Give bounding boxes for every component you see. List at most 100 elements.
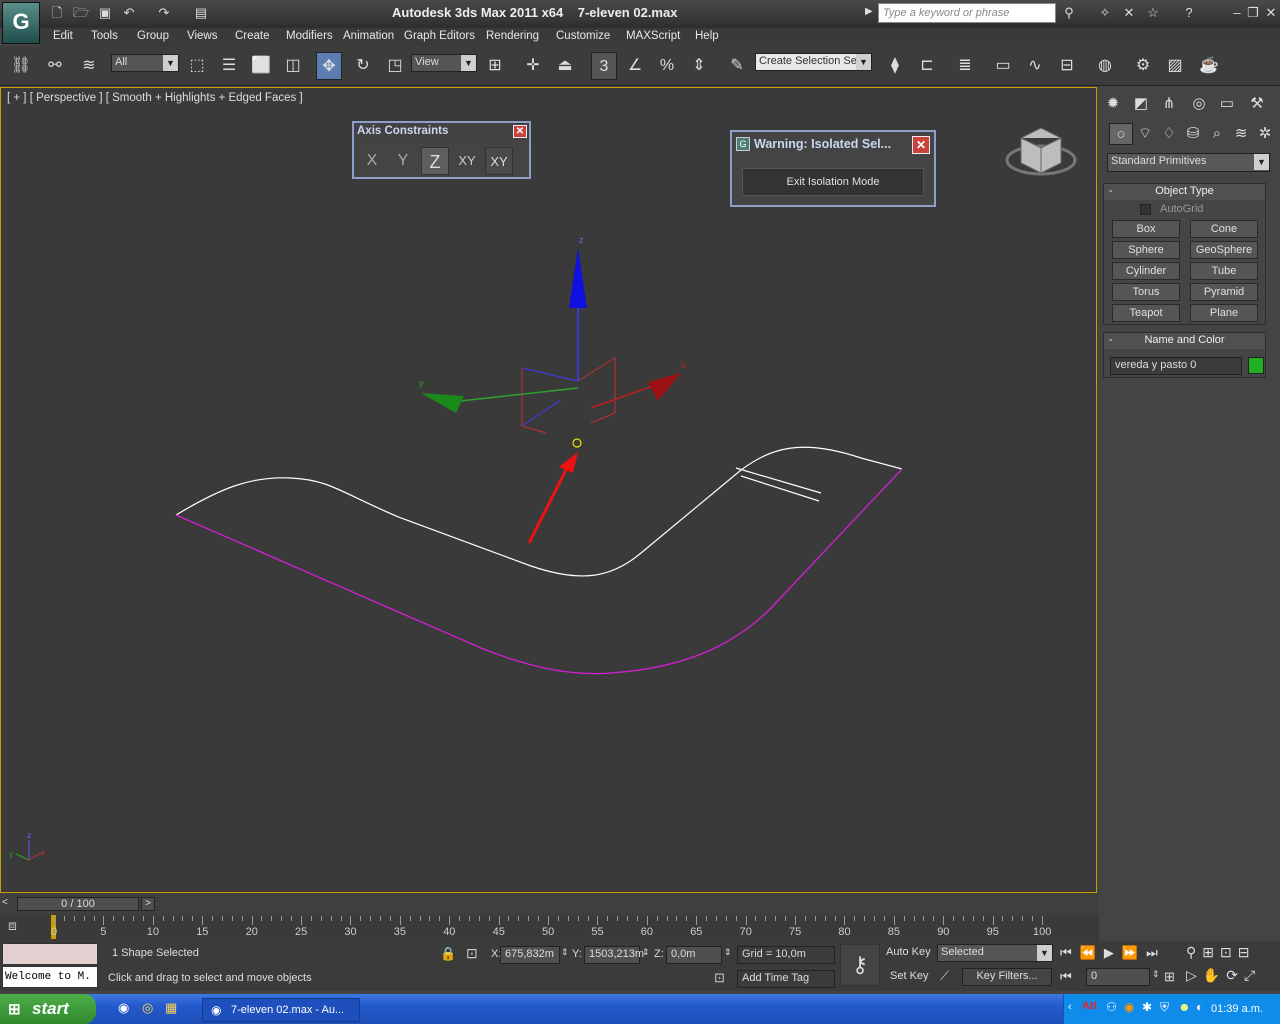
named-selection-set-dropdown[interactable]: Create Selection Se ▼: [755, 53, 872, 71]
chevron-right-icon[interactable]: ▶: [865, 6, 873, 17]
quick-launch-folder-icon[interactable]: ▦: [165, 1000, 177, 1016]
axis-constraints-title[interactable]: Axis Constraints: [354, 123, 529, 141]
add-time-tag[interactable]: Add Time Tag: [737, 970, 835, 988]
sphere-button[interactable]: Sphere: [1112, 241, 1180, 259]
time-tag-icon[interactable]: ⊡: [714, 970, 732, 988]
graphite-ribbon-icon[interactable]: ▭: [990, 52, 1016, 80]
link-icon[interactable]: ⛓: [8, 52, 34, 80]
default-tangent-icon[interactable]: ⟋: [940, 968, 949, 984]
select-object-icon[interactable]: ⬚: [184, 52, 210, 80]
rectangular-selection-icon[interactable]: ⬜: [248, 52, 274, 80]
cone-button[interactable]: Cone: [1190, 220, 1258, 238]
menu-edit[interactable]: Edit: [53, 30, 73, 42]
field-of-view-icon[interactable]: ▷: [1186, 967, 1203, 983]
zoom-extents-all-icon[interactable]: ⊟: [1238, 944, 1256, 960]
application-menu-button[interactable]: G: [2, 2, 40, 44]
tube-button[interactable]: Tube: [1190, 262, 1258, 280]
curve-editor-icon[interactable]: ∿: [1022, 52, 1048, 80]
bind-space-warp-icon[interactable]: ≋: [76, 52, 102, 80]
orbit-icon[interactable]: ⟳: [1226, 967, 1244, 983]
motion-tab-icon[interactable]: ◎: [1187, 93, 1211, 115]
edit-named-selection-icon[interactable]: ✎: [724, 52, 750, 80]
current-frame-field[interactable]: 0: [1086, 968, 1150, 986]
menu-customize[interactable]: Customize: [556, 30, 610, 42]
constrain-x-button[interactable]: X: [358, 147, 386, 175]
keyboard-shortcut-override-icon[interactable]: ⏏: [552, 52, 578, 80]
menu-maxscript[interactable]: MAXScript: [626, 30, 680, 42]
display-tab-icon[interactable]: ▭: [1215, 93, 1239, 115]
undo-icon[interactable]: ↶: [120, 5, 138, 21]
communication-icon[interactable]: ✕: [1120, 5, 1138, 21]
quick-launch-chrome-icon[interactable]: ◎: [142, 1000, 153, 1016]
pivot-center-icon[interactable]: ⊞: [482, 52, 508, 80]
object-name-field[interactable]: vereda y pasto 0: [1110, 357, 1242, 375]
set-key-button[interactable]: Set Key: [890, 970, 929, 982]
layer-manager-icon[interactable]: ≣: [952, 52, 978, 80]
pyramid-button[interactable]: Pyramid: [1190, 283, 1258, 301]
snaps-toggle-icon[interactable]: 3: [591, 52, 617, 80]
geosphere-button[interactable]: GeoSphere: [1190, 241, 1258, 259]
cylinder-button[interactable]: Cylinder: [1112, 262, 1180, 280]
shapes-icon[interactable]: ⌔: [1133, 123, 1157, 145]
reference-coordinate-dropdown[interactable]: View ▼: [411, 54, 477, 72]
axis-constraints-close-icon[interactable]: ✕: [513, 125, 527, 138]
selection-lock-icon[interactable]: 🔒: [440, 946, 456, 962]
selection-filter-dropdown[interactable]: All ▼: [111, 54, 179, 72]
security-tray-icon[interactable]: ⛨: [1160, 1000, 1169, 1015]
subscription-icon[interactable]: ✧: [1096, 5, 1114, 21]
y-spinner-icon[interactable]: ⇕: [642, 947, 650, 958]
primitive-category-dropdown[interactable]: Standard Primitives ▼: [1107, 153, 1270, 172]
box-button[interactable]: Box: [1112, 220, 1180, 238]
maxscript-listener-top[interactable]: [2, 943, 98, 965]
menu-help[interactable]: Help: [695, 30, 719, 42]
tray-expand-icon[interactable]: ‹: [1068, 1001, 1072, 1013]
volume-tray-icon[interactable]: ◐: [1196, 1000, 1203, 1014]
unlink-icon[interactable]: ⚯: [42, 52, 68, 80]
go-to-end-icon[interactable]: ⏭: [1146, 945, 1166, 960]
set-key-icon[interactable]: ⚷: [840, 944, 880, 986]
select-and-rotate-icon[interactable]: ↻: [350, 52, 376, 80]
key-mode-toggle-icon[interactable]: ⏮: [1060, 969, 1072, 985]
torus-button[interactable]: Torus: [1112, 283, 1180, 301]
warning-close-icon[interactable]: ✕: [912, 136, 930, 154]
key-filters-button[interactable]: Key Filters...: [962, 968, 1052, 986]
z-coord-field[interactable]: 0,0m: [666, 946, 722, 964]
utilities-tab-icon[interactable]: ⚒: [1245, 93, 1269, 115]
menu-create[interactable]: Create: [235, 30, 270, 42]
schematic-view-icon[interactable]: ⊟: [1054, 52, 1080, 80]
z-spinner-icon[interactable]: ⇕: [724, 947, 732, 958]
lights-icon[interactable]: ♢: [1157, 123, 1181, 145]
material-editor-icon[interactable]: ◍: [1092, 52, 1118, 80]
systems-icon[interactable]: ✲: [1253, 123, 1277, 145]
zoom-extents-icon[interactable]: ⊡: [1220, 944, 1238, 960]
window-crossing-icon[interactable]: ◫: [280, 52, 306, 80]
y-coord-field[interactable]: 1503,213m: [584, 946, 644, 964]
align-icon[interactable]: ⊏: [914, 52, 940, 80]
restore-icon[interactable]: ❐: [1244, 5, 1262, 21]
modify-tab-icon[interactable]: ◩: [1129, 93, 1153, 115]
key-mode-dropdown[interactable]: Selected ▼: [937, 944, 1053, 962]
ati-tray-icon[interactable]: Ati: [1082, 1000, 1097, 1012]
rendered-frame-window-icon[interactable]: ▨: [1162, 52, 1188, 80]
plane-button[interactable]: Plane: [1190, 304, 1258, 322]
constrain-z-button[interactable]: Z: [421, 147, 449, 175]
name-and-color-header[interactable]: - Name and Color: [1104, 333, 1265, 349]
absolute-transform-icon[interactable]: ⊡: [466, 945, 478, 962]
object-color-swatch[interactable]: [1248, 357, 1264, 374]
previous-frame-icon[interactable]: ⏪: [1080, 945, 1104, 960]
menu-group[interactable]: Group: [137, 30, 169, 42]
autogrid-checkbox[interactable]: [1140, 204, 1151, 215]
binoculars-icon[interactable]: ⚲: [1060, 5, 1078, 21]
time-configuration-icon[interactable]: ⊞: [1164, 969, 1175, 985]
auto-key-button[interactable]: Auto Key: [886, 946, 931, 958]
geometry-icon[interactable]: ○: [1109, 123, 1133, 145]
help-icon[interactable]: ?: [1180, 5, 1198, 21]
x-spinner-icon[interactable]: ⇕: [561, 947, 569, 958]
zoom-all-icon[interactable]: ⊞: [1202, 944, 1220, 960]
time-slider-prev-icon[interactable]: <: [2, 897, 14, 911]
helpers-icon[interactable]: ⌕: [1205, 123, 1229, 145]
create-tab-icon[interactable]: ✹: [1101, 93, 1125, 115]
menu-animation[interactable]: Animation: [343, 30, 394, 42]
angle-snap-icon[interactable]: ∠: [622, 52, 648, 80]
select-manipulate-icon[interactable]: ✛: [520, 52, 546, 80]
